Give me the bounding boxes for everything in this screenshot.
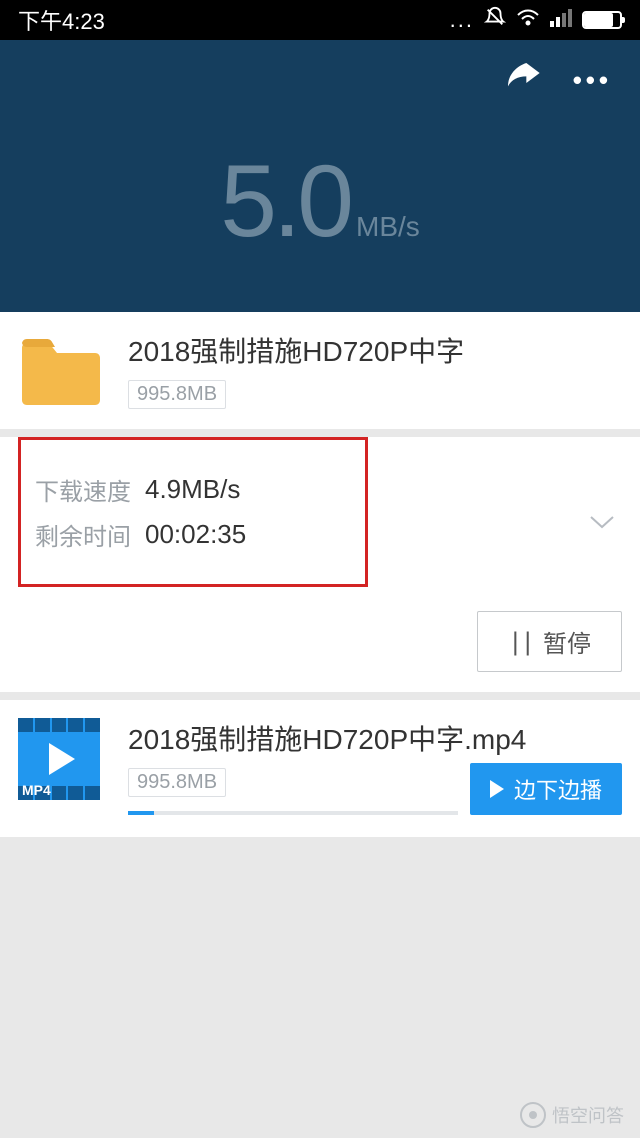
speed-detail-value: 4.9MB/s [145, 474, 240, 505]
pause-icon: || [508, 628, 533, 656]
file-card[interactable]: MP4 2018强制措施HD720P中字.mp4 995.8MB 边下边播 [0, 700, 640, 837]
file-type-label: MP4 [22, 782, 51, 798]
chevron-down-icon[interactable] [588, 513, 616, 536]
play-while-download-button[interactable]: 边下边播 [470, 763, 622, 815]
detail-highlight-box: 下载速度 4.9MB/s 剩余时间 00:02:35 [18, 437, 368, 587]
detail-card: 下载速度 4.9MB/s 剩余时间 00:02:35 || 暂停 [0, 437, 640, 692]
speed-label: 下载速度 [35, 472, 145, 507]
folder-title: 2018强制措施HD720P中字 [128, 330, 464, 370]
status-time: 下午4:23 [18, 4, 105, 36]
status-dots-icon: ... [450, 7, 474, 33]
more-icon[interactable]: ••• [573, 65, 612, 96]
folder-icon [18, 330, 100, 411]
folder-card[interactable]: 2018强制措施HD720P中字 995.8MB [0, 312, 640, 429]
signal-icon [550, 7, 572, 33]
hero-section: ••• 5.0 MB/s [0, 40, 640, 312]
speed-value: 5.0 [220, 143, 350, 260]
wifi-icon [516, 7, 540, 33]
watermark-icon [520, 1102, 546, 1128]
time-value: 00:02:35 [145, 519, 246, 550]
file-title: 2018强制措施HD720P中字.mp4 [128, 718, 622, 758]
speed-display: 5.0 MB/s [0, 143, 640, 260]
play-label: 边下边播 [514, 773, 602, 805]
play-icon [490, 780, 504, 798]
status-bar: 下午4:23 ... [0, 0, 640, 40]
speed-unit: MB/s [356, 211, 420, 243]
watermark: 悟空问答 [520, 1102, 624, 1128]
share-icon[interactable] [503, 58, 543, 103]
pause-label: 暂停 [543, 624, 591, 659]
mute-icon [484, 6, 506, 34]
file-size-badge: 995.8MB [128, 768, 226, 797]
speed-row: 下载速度 4.9MB/s [35, 472, 351, 507]
time-row: 剩余时间 00:02:35 [35, 517, 351, 552]
video-file-icon: MP4 [18, 718, 100, 800]
status-right: ... [450, 6, 622, 34]
battery-icon [582, 11, 622, 29]
time-label: 剩余时间 [35, 517, 145, 552]
progress-bar [128, 811, 458, 815]
watermark-text: 悟空问答 [552, 1102, 624, 1128]
pause-button[interactable]: || 暂停 [477, 611, 622, 672]
folder-size-badge: 995.8MB [128, 380, 226, 409]
